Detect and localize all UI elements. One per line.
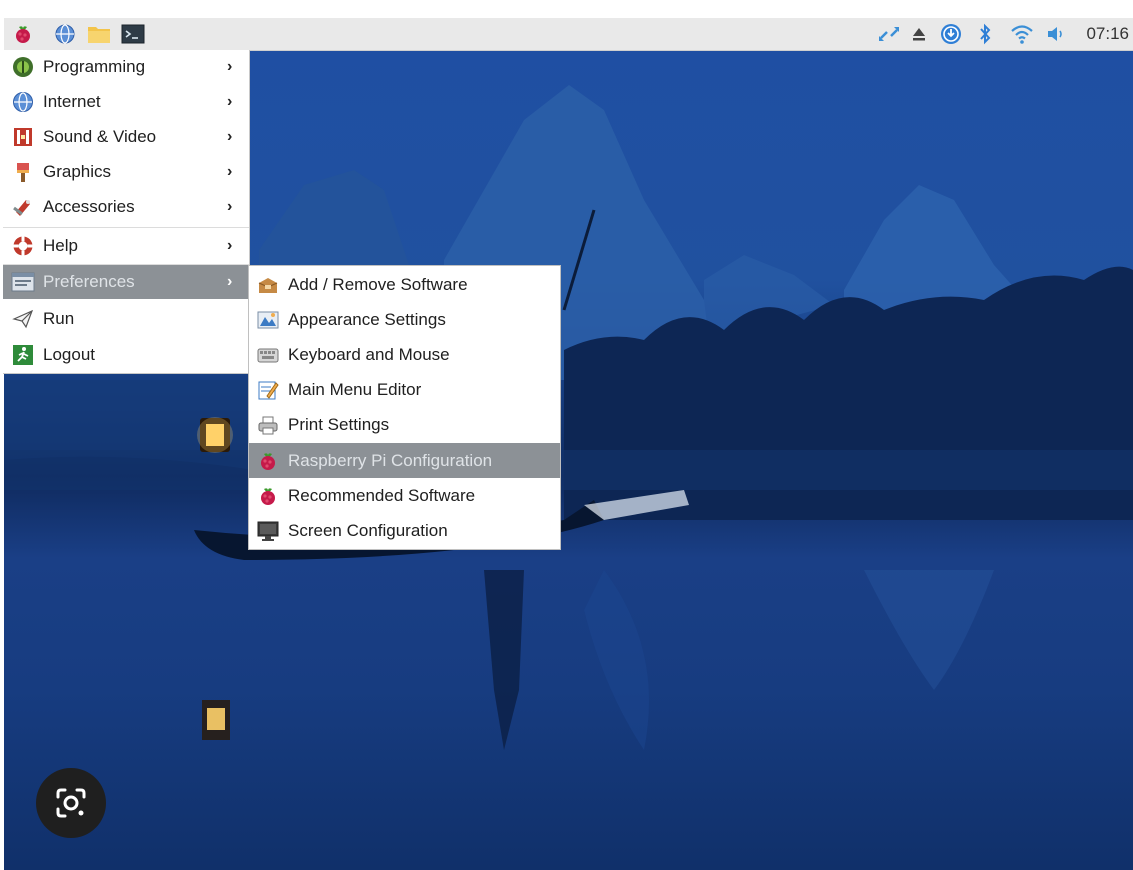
menu-item-help[interactable]: Help ›: [3, 229, 249, 263]
menu-item-label: Preferences: [43, 272, 135, 291]
submenu-item-label: Raspberry Pi Configuration: [288, 450, 493, 470]
submenu-item-label: Appearance Settings: [288, 309, 446, 329]
file-manager-button[interactable]: [86, 22, 112, 46]
submenu-item-main-menu-editor[interactable]: Main Menu Editor: [249, 372, 560, 407]
accessories-icon: [11, 195, 35, 219]
keyboard-icon: [256, 343, 280, 367]
raspberry-icon: [256, 484, 280, 508]
menu-editor-icon: [256, 378, 280, 402]
printer-icon: [256, 413, 280, 437]
menu-item-internet[interactable]: Internet ›: [3, 85, 249, 119]
submenu-item-label: Print Settings: [288, 414, 390, 434]
chevron-right-icon: ›: [227, 163, 233, 180]
sound-video-icon: [11, 125, 35, 149]
menu-item-programming[interactable]: Programming ›: [3, 50, 249, 84]
programming-icon: [11, 55, 35, 79]
raspberry-icon: [16, 26, 30, 43]
main-menu: Programming › Internet › Sound & Video ›…: [3, 50, 250, 374]
globe-icon: [55, 24, 75, 44]
screenshot-lens-button[interactable]: [36, 768, 106, 838]
submenu-item-screen-configuration[interactable]: Screen Configuration: [249, 513, 560, 548]
globe-icon: [11, 90, 35, 114]
chevron-right-icon: ›: [227, 58, 233, 75]
submenu-item-keyboard-and-mouse[interactable]: Keyboard and Mouse: [249, 337, 560, 372]
menu-item-label: Sound & Video: [43, 127, 157, 146]
menu-item-graphics[interactable]: Graphics ›: [3, 155, 249, 189]
menu-item-label: Help: [43, 236, 78, 255]
submenu-item-label: Keyboard and Mouse: [288, 344, 450, 364]
menu-item-label: Logout: [43, 345, 95, 364]
submenu-item-print-settings[interactable]: Print Settings: [249, 407, 560, 442]
logout-icon: [11, 343, 35, 367]
chevron-right-icon: ›: [227, 198, 233, 215]
volume-tray[interactable]: [1044, 22, 1068, 46]
submenu-item-label: Main Menu Editor: [288, 379, 422, 399]
submenu-item-label: Add / Remove Software: [288, 274, 468, 294]
menu-separator: [3, 227, 249, 228]
eject-icon: [913, 28, 925, 41]
submenu-item-recommended-software[interactable]: Recommended Software: [249, 478, 560, 513]
submenu-item-appearance-settings[interactable]: Appearance Settings: [249, 302, 560, 337]
chevron-right-icon: ›: [227, 93, 233, 110]
download-icon: [941, 24, 961, 44]
raspberry-menu-button[interactable]: [10, 22, 36, 46]
paintbrush-icon: [11, 160, 35, 184]
chevron-right-icon: ›: [227, 237, 233, 254]
menu-item-label: Programming: [43, 57, 146, 76]
menu-item-preferences[interactable]: Preferences ›: [3, 265, 249, 299]
bluetooth-icon: [980, 23, 991, 45]
menu-item-sound-video[interactable]: Sound & Video ›: [3, 120, 249, 154]
chevron-right-icon: ›: [227, 273, 233, 290]
monitor-icon: [256, 519, 280, 543]
web-browser-button[interactable]: [52, 22, 78, 46]
screenshot-lens-icon: [56, 788, 86, 818]
wifi-tray[interactable]: [1008, 22, 1036, 46]
menu-item-run[interactable]: Run: [3, 302, 249, 336]
submenu-item-label: Recommended Software: [288, 485, 476, 505]
taskbar: 07:16: [4, 18, 1133, 51]
menu-item-label: Run: [43, 309, 75, 328]
terminal-icon: [121, 24, 145, 44]
eject-tray[interactable]: [908, 22, 930, 46]
appearance-icon: [256, 308, 280, 332]
menu-item-label: Accessories: [43, 197, 135, 216]
raspberry-icon: [256, 449, 280, 473]
terminal-button[interactable]: [120, 22, 146, 46]
submenu-item-add-remove-software[interactable]: Add / Remove Software: [249, 267, 560, 302]
submenu-item-raspberry-pi-configuration[interactable]: Raspberry Pi Configuration: [249, 443, 560, 478]
chevron-right-icon: ›: [227, 128, 233, 145]
submenu-item-label: Screen Configuration: [288, 520, 448, 540]
folder-icon: [88, 27, 110, 43]
paper-plane-icon: [11, 307, 35, 331]
clock[interactable]: 07:16: [1086, 24, 1129, 44]
network-transfer-icon: [879, 27, 899, 41]
bluetooth-tray[interactable]: [974, 22, 996, 46]
menu-item-logout[interactable]: Logout: [3, 338, 249, 372]
menu-item-accessories[interactable]: Accessories ›: [3, 190, 249, 224]
wifi-icon: [1011, 25, 1033, 44]
package-icon: [256, 273, 280, 297]
volume-icon: [1048, 27, 1062, 41]
preferences-submenu: Add / Remove Software Appearance Setting…: [248, 265, 561, 550]
menu-item-label: Graphics: [43, 162, 112, 181]
download-tray[interactable]: [938, 22, 964, 46]
preferences-icon: [11, 270, 35, 294]
network-transfer-tray[interactable]: [876, 22, 902, 46]
menu-item-label: Internet: [43, 92, 101, 111]
lifebuoy-icon: [11, 234, 35, 258]
